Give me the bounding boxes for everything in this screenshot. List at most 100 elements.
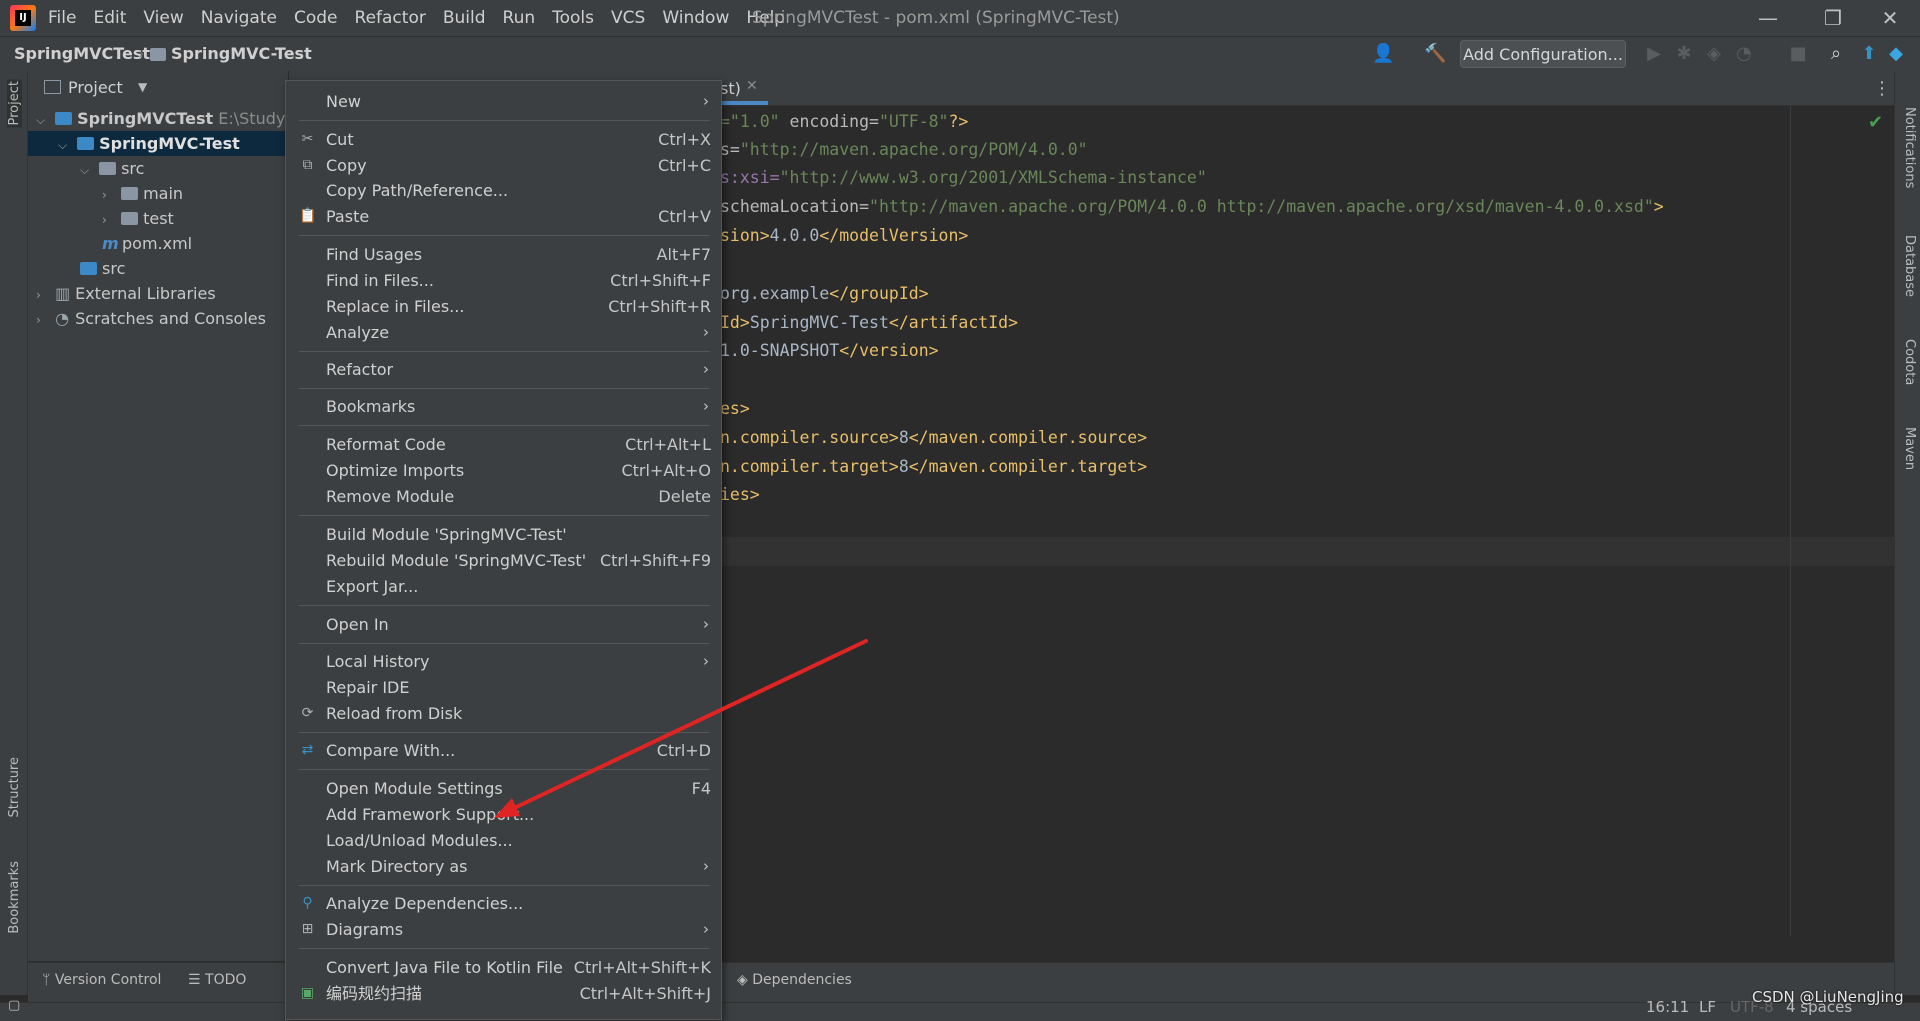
menu-item-convert-to-kotlin[interactable]: Convert Java File to Kotlin File Ctrl+Alt…: [286, 955, 721, 980]
menu-refactor[interactable]: Refactor: [355, 8, 426, 28]
debug-icon[interactable]: ✱: [1674, 44, 1694, 64]
menu-item-export-jar[interactable]: Export Jar...: [286, 574, 721, 599]
module-folder-icon: [77, 137, 95, 150]
tree-item-src2[interactable]: src: [80, 256, 125, 281]
chevron-right-icon: ›: [703, 323, 709, 341]
add-configuration-button[interactable]: Add Configuration...: [1460, 40, 1626, 68]
version-control-tool-button[interactable]: ᛘ Version Control: [42, 972, 161, 988]
project-view-icon: [44, 80, 61, 94]
menu-view[interactable]: View: [143, 8, 183, 28]
update-icon[interactable]: ⬆: [1859, 44, 1879, 64]
code-line: org.example</groupId>: [720, 284, 929, 303]
menu-item-refactor[interactable]: Refactor ›: [286, 357, 721, 382]
maven-tool-button[interactable]: Maven: [1902, 427, 1917, 470]
menu-item-open-module-settings[interactable]: Open Module Settings F4: [286, 776, 721, 801]
menu-vcs[interactable]: VCS: [611, 8, 645, 28]
menu-item-remove-module[interactable]: Remove Module Delete: [286, 484, 721, 509]
menu-item-rebuild-module[interactable]: Rebuild Module 'SpringMVC-Test' Ctrl+Shif…: [286, 548, 721, 573]
tree-item-root[interactable]: ⌵ SpringMVCTest E:\Study\Sp: [36, 106, 311, 131]
dependencies-tool-button[interactable]: ◈ Dependencies: [737, 972, 852, 988]
notifications-tool-button[interactable]: Notifications: [1902, 107, 1917, 188]
menu-separator: [299, 351, 710, 352]
bookmarks-tool-button[interactable]: Bookmarks: [7, 861, 22, 934]
restore-button[interactable]: ❐: [1805, 0, 1861, 36]
jetbrains-toolbox-icon[interactable]: ◆: [1886, 44, 1906, 64]
run-icon[interactable]: ▶: [1644, 44, 1664, 64]
tree-item-external-libraries[interactable]: › ▥ External Libraries: [36, 281, 216, 306]
menu-item-local-history[interactable]: Local History ›: [286, 649, 721, 674]
menu-separator: [299, 643, 710, 644]
menu-tools[interactable]: Tools: [552, 8, 594, 28]
project-panel-title[interactable]: Project: [68, 78, 123, 97]
menu-edit[interactable]: Edit: [93, 8, 126, 28]
menu-item-add-framework-support[interactable]: Add Framework Support...: [286, 802, 721, 827]
toggle-panels-icon[interactable]: ▢: [8, 998, 20, 1013]
tree-item-src[interactable]: ⌵ src: [80, 156, 144, 181]
menu-item-diagrams[interactable]: ⊞ Diagrams ›: [286, 917, 721, 942]
menu-item-load-unload-modules[interactable]: Load/Unload Modules...: [286, 828, 721, 853]
menu-item-compare-with[interactable]: ⇄ Compare With... Ctrl+D: [286, 738, 721, 763]
breadcrumb-module[interactable]: SpringMVC-Test: [171, 44, 312, 63]
menu-item-find-usages[interactable]: Find Usages Alt+F7: [286, 242, 721, 267]
line-separator[interactable]: LF: [1699, 998, 1716, 1016]
menu-item-replace-in-files[interactable]: Replace in Files... Ctrl+Shift+R: [286, 294, 721, 319]
close-tab-icon[interactable]: ✕: [746, 78, 758, 94]
menu-navigate[interactable]: Navigate: [201, 8, 277, 28]
search-icon[interactable]: ⌕: [1826, 44, 1846, 64]
minimize-button[interactable]: —: [1740, 0, 1796, 36]
chevron-right-icon: ›: [102, 213, 107, 227]
breadcrumb-project[interactable]: SpringMVCTest: [14, 44, 150, 63]
coverage-icon[interactable]: ◈: [1704, 44, 1724, 64]
tree-item-main[interactable]: › main: [102, 181, 183, 206]
structure-tool-button[interactable]: Structure: [7, 757, 22, 817]
menu-item-copy-path[interactable]: Copy Path/Reference...: [286, 178, 721, 203]
tree-item-module[interactable]: ⌵ SpringMVC-Test: [58, 131, 240, 156]
codota-tool-button[interactable]: Codota: [1902, 339, 1917, 385]
menu-item-analyze-dependencies[interactable]: ⚲ Analyze Dependencies...: [286, 891, 721, 916]
menu-item-mark-directory-as[interactable]: Mark Directory as ›: [286, 854, 721, 879]
menu-item-reformat-code[interactable]: Reformat Code Ctrl+Alt+L: [286, 432, 721, 457]
menu-item-code-scan[interactable]: ▣ 编码规约扫描 Ctrl+Alt+Shift+J: [286, 981, 721, 1006]
menu-code[interactable]: Code: [294, 8, 338, 28]
menu-separator: [299, 425, 710, 426]
menu-item-analyze[interactable]: Analyze ›: [286, 320, 721, 345]
menu-item-paste[interactable]: 📋 Paste Ctrl+V: [286, 204, 721, 229]
code-line: 1.0-SNAPSHOT</version>: [720, 341, 939, 360]
menu-item-open-in[interactable]: Open In ›: [286, 612, 721, 637]
menu-item-bookmarks[interactable]: Bookmarks ›: [286, 394, 721, 419]
menu-item-repair-ide[interactable]: Repair IDE: [286, 675, 721, 700]
right-margin-guide: [1790, 106, 1791, 936]
menu-separator: [299, 885, 710, 886]
menu-file[interactable]: File: [48, 8, 76, 28]
code-line: schemaLocation="http://maven.apache.org/…: [720, 197, 1664, 216]
database-tool-button[interactable]: Database: [1902, 235, 1917, 297]
project-tool-button[interactable]: Project: [7, 79, 22, 128]
menu-window[interactable]: Window: [662, 8, 729, 28]
menu-separator: [299, 732, 710, 733]
caret-position[interactable]: 16:11: [1646, 998, 1689, 1016]
menu-item-optimize-imports[interactable]: Optimize Imports Ctrl+Alt+O: [286, 458, 721, 483]
menu-item-copy[interactable]: ⧉ Copy Ctrl+C: [286, 153, 721, 178]
profile-icon[interactable]: ◔: [1734, 44, 1754, 64]
tree-item-pom[interactable]: m pom.xml: [102, 231, 192, 256]
todo-tool-button[interactable]: ☰ TODO: [188, 972, 246, 988]
chevron-right-icon: ›: [703, 615, 709, 633]
tree-item-scratches[interactable]: › ◔ Scratches and Consoles: [36, 306, 266, 331]
chevron-down-icon[interactable]: ▼: [138, 80, 147, 94]
user-icon[interactable]: 👤: [1372, 44, 1394, 64]
menu-item-cut[interactable]: ✂ Cut Ctrl+X: [286, 127, 721, 152]
stop-icon[interactable]: ■: [1788, 44, 1808, 64]
menu-item-find-in-files[interactable]: Find in Files... Ctrl+Shift+F: [286, 268, 721, 293]
chevron-right-icon: ›: [36, 288, 41, 302]
menu-build[interactable]: Build: [443, 8, 486, 28]
menu-run[interactable]: Run: [503, 8, 536, 28]
editor-tab-pom[interactable]: st): [720, 79, 741, 98]
build-hammer-icon[interactable]: 🔨: [1424, 44, 1446, 64]
more-options-icon[interactable]: ⋮: [1873, 78, 1891, 99]
close-window-button[interactable]: ✕: [1862, 0, 1918, 36]
tree-item-test[interactable]: › test: [102, 206, 174, 231]
menu-item-reload-from-disk[interactable]: ⟳ Reload from Disk: [286, 701, 721, 726]
module-folder-icon: [150, 48, 166, 61]
menu-item-build-module[interactable]: Build Module 'SpringMVC-Test': [286, 522, 721, 547]
menu-item-new[interactable]: New ›: [286, 89, 721, 114]
